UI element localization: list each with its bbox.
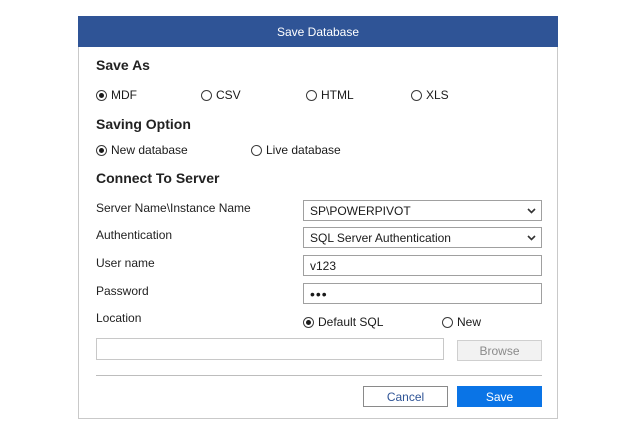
authentication-value: SQL Server Authentication xyxy=(310,230,451,245)
radio-mdf[interactable]: MDF xyxy=(96,88,137,102)
radio-live-database-indicator xyxy=(251,144,262,156)
location-label: Location xyxy=(96,311,142,325)
radio-default-sql-indicator xyxy=(303,316,314,328)
user-name-label: User name xyxy=(96,256,155,270)
user-name-input[interactable]: v123 xyxy=(303,255,542,276)
radio-xls[interactable]: XLS xyxy=(411,88,449,102)
radio-default-sql[interactable]: Default SQL xyxy=(303,315,383,329)
dialog-title: Save Database xyxy=(276,24,360,39)
radio-html[interactable]: HTML xyxy=(306,88,354,102)
radio-live-database-label: Live database xyxy=(266,143,341,157)
authentication-label: Authentication xyxy=(96,228,173,242)
radio-new-database-label: New database xyxy=(111,143,188,157)
radio-xls-label: XLS xyxy=(426,88,449,102)
radio-xls-indicator xyxy=(411,89,422,101)
chevron-down-icon xyxy=(527,235,536,241)
save-button[interactable]: Save xyxy=(457,386,542,407)
server-name-value: SP\POWERPIVOT xyxy=(310,203,411,218)
radio-new-database-indicator xyxy=(96,144,107,156)
save-as-heading: Save As xyxy=(96,57,150,73)
cancel-button[interactable]: Cancel xyxy=(363,386,448,407)
radio-new-location-indicator xyxy=(442,316,453,328)
browse-button[interactable]: Browse xyxy=(457,340,542,361)
server-name-label: Server Name\Instance Name xyxy=(96,201,251,215)
user-name-value: v123 xyxy=(310,258,337,273)
password-label: Password xyxy=(96,284,149,298)
radio-mdf-label: MDF xyxy=(111,88,137,102)
radio-live-database[interactable]: Live database xyxy=(251,143,341,157)
radio-html-indicator xyxy=(306,89,317,101)
save-database-dialog: Save Database Save As MDF CSV HTML XLS S… xyxy=(78,16,558,419)
radio-csv[interactable]: CSV xyxy=(201,88,241,102)
radio-default-sql-label: Default SQL xyxy=(318,315,384,329)
radio-mdf-indicator xyxy=(96,89,107,101)
radio-new-database[interactable]: New database xyxy=(96,143,188,157)
password-input[interactable]: ••• xyxy=(303,283,542,304)
saving-option-heading: Saving Option xyxy=(96,116,191,132)
location-path-input[interactable] xyxy=(96,338,444,360)
footer-divider xyxy=(96,375,542,376)
authentication-select[interactable]: SQL Server Authentication xyxy=(303,227,542,248)
radio-csv-label: CSV xyxy=(216,88,241,102)
radio-new-location-label: New xyxy=(457,315,482,329)
radio-csv-indicator xyxy=(201,89,212,101)
dialog-titlebar: Save Database xyxy=(78,16,558,47)
connect-heading: Connect To Server xyxy=(96,170,220,186)
password-value: ••• xyxy=(310,285,328,302)
radio-html-label: HTML xyxy=(321,88,354,102)
chevron-down-icon xyxy=(527,208,536,214)
radio-new-location[interactable]: New xyxy=(442,315,481,329)
server-name-select[interactable]: SP\POWERPIVOT xyxy=(303,200,542,221)
